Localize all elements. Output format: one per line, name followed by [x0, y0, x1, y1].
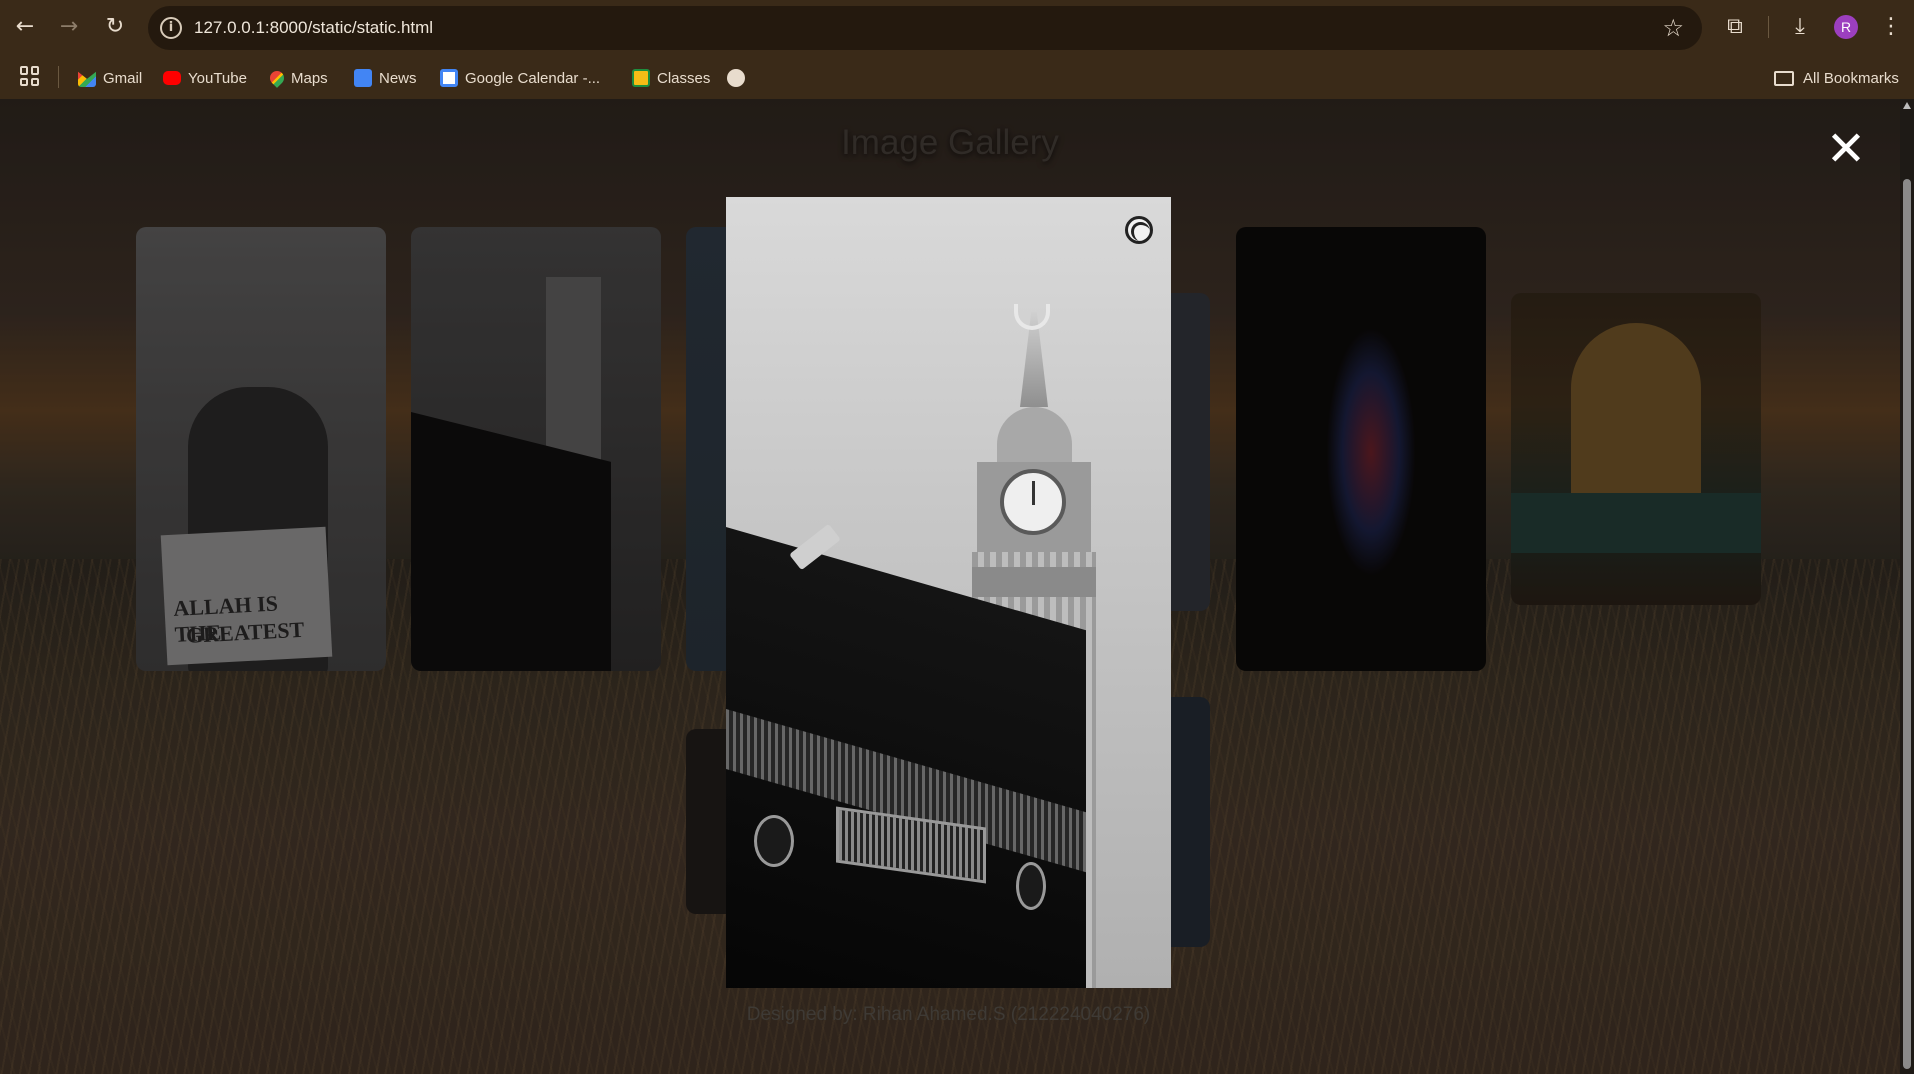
scrollbar[interactable]	[1900, 99, 1914, 1074]
bookmark-maps[interactable]: Maps	[267, 64, 328, 92]
reload-icon[interactable]: ↻	[98, 10, 132, 44]
classroom-icon	[632, 69, 650, 87]
bookmark-gmail[interactable]: Gmail	[78, 64, 142, 92]
all-bookmarks-button[interactable]: All Bookmarks	[1774, 64, 1899, 92]
bookmark-label: Classes	[657, 69, 711, 87]
bookmark-google-calendar[interactable]: Google Calendar -...	[440, 64, 600, 92]
apps-grid-icon[interactable]	[20, 66, 40, 86]
bookmark-globe[interactable]	[727, 64, 752, 92]
back-arrow-icon[interactable]: ←	[8, 10, 42, 44]
bookmark-classes[interactable]: Classes	[632, 64, 710, 92]
calendar-icon	[440, 69, 458, 87]
loading-spinner-icon	[1125, 216, 1153, 244]
gmail-icon	[78, 71, 96, 87]
news-icon	[354, 69, 372, 87]
bookmark-label: Gmail	[103, 69, 143, 87]
folder-icon	[1774, 70, 1794, 86]
bookmark-label: YouTube	[188, 69, 247, 87]
bookmarks-divider	[58, 66, 59, 88]
scrollbar-thumb[interactable]	[1903, 179, 1911, 1069]
bookmarks-bar: Gmail YouTube Maps News Google Calendar …	[0, 56, 1914, 99]
lightbox-image[interactable]	[726, 197, 1171, 988]
download-icon[interactable]: ⤓	[1783, 10, 1817, 44]
all-bookmarks-label: All Bookmarks	[1803, 69, 1899, 87]
scroll-up-arrow-icon[interactable]	[1903, 102, 1911, 109]
browser-toolbar: ← → ↻ i 127.0.0.1:8000/static/static.htm…	[0, 0, 1914, 56]
youtube-icon	[163, 71, 181, 85]
info-icon[interactable]: i	[160, 17, 182, 39]
bookmark-label: Google Calendar -...	[465, 69, 601, 87]
gallery-page: Image Gallery ALLAH IS THE GREATEST ✕ De…	[0, 99, 1900, 1074]
puzzle-icon[interactable]: ⧉	[1718, 10, 1752, 44]
star-icon[interactable]: ☆	[1662, 6, 1684, 50]
tower-dome	[997, 407, 1072, 462]
globe-icon	[727, 69, 745, 87]
footer-credit: Designed by: Rihan Ahamed.S (21222404027…	[746, 1004, 1151, 1025]
clock-icon	[1000, 469, 1066, 535]
kebab-menu-icon[interactable]: ⋮	[1874, 10, 1908, 44]
calligraphy-medallion	[754, 815, 794, 867]
forward-arrow-icon[interactable]: →	[52, 10, 86, 44]
bookmark-label: Maps	[291, 69, 328, 87]
tower-band	[972, 567, 1096, 597]
address-bar[interactable]: i 127.0.0.1:8000/static/static.html ☆	[148, 6, 1702, 50]
toolbar-divider	[1768, 16, 1769, 38]
browser-chrome: ← → ↻ i 127.0.0.1:8000/static/static.htm…	[0, 0, 1914, 99]
bookmark-label: News	[379, 69, 417, 87]
bookmark-youtube[interactable]: YouTube	[163, 64, 247, 92]
crescent-icon	[1014, 304, 1050, 330]
close-button[interactable]: ✕	[1824, 125, 1868, 173]
calligraphy-medallion	[1016, 862, 1046, 910]
maps-icon	[267, 68, 287, 88]
bookmark-news[interactable]: News	[354, 64, 417, 92]
avatar[interactable]: R	[1834, 15, 1858, 39]
url-text[interactable]: 127.0.0.1:8000/static/static.html	[194, 6, 433, 50]
